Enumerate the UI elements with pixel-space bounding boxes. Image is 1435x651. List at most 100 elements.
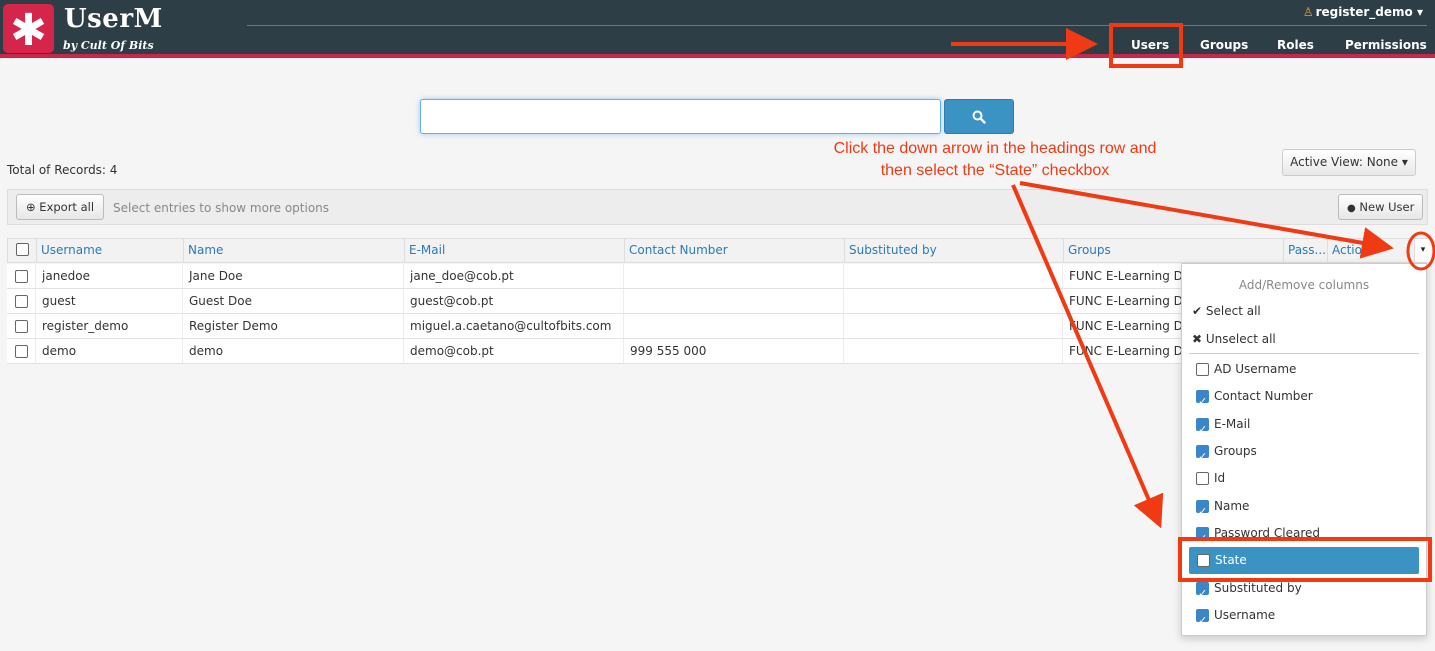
table-row[interactable]: demo demo demo@cob.pt 999 555 000 FUNC E… bbox=[7, 339, 1187, 364]
cell-name: demo bbox=[183, 339, 404, 363]
row-checkbox-cell[interactable] bbox=[7, 264, 36, 288]
search-input[interactable] bbox=[420, 99, 941, 134]
cell-email: miguel.a.caetano@cultofbits.com bbox=[404, 314, 624, 338]
nav-tab-users[interactable]: Users bbox=[1131, 38, 1169, 52]
column-option-label: Password Cleared bbox=[1214, 526, 1320, 540]
row-checkbox[interactable] bbox=[15, 295, 28, 308]
column-header-contact-number[interactable]: Contact Number bbox=[625, 239, 845, 262]
column-header-substituted-by[interactable]: Substituted by bbox=[845, 239, 1064, 262]
cell-groups: FUNC E-Learning DEM bbox=[1063, 339, 1187, 363]
nav-tab-roles[interactable]: Roles bbox=[1277, 38, 1314, 52]
export-icon: ⊕ bbox=[26, 200, 36, 214]
cell-email: guest@cob.pt bbox=[404, 289, 624, 313]
new-user-button[interactable]: ● New User bbox=[1338, 194, 1424, 220]
table-row[interactable]: register_demo Register Demo miguel.a.cae… bbox=[7, 314, 1187, 339]
select-all-checkbox[interactable] bbox=[16, 243, 29, 256]
cell-substituted bbox=[844, 339, 1063, 363]
column-option-label: Contact Number bbox=[1214, 389, 1313, 403]
chevron-down-icon: ▾ bbox=[1401, 155, 1408, 169]
select-all-columns[interactable]: ✔ Select all bbox=[1182, 298, 1426, 325]
user-icon: ● bbox=[1347, 203, 1356, 214]
logo-asterisk-icon[interactable]: ✱ bbox=[3, 4, 54, 56]
column-option-groups[interactable]: Groups bbox=[1182, 438, 1426, 470]
search-button[interactable] bbox=[944, 99, 1014, 134]
unselect-all-columns[interactable]: ✖ Unselect all bbox=[1182, 326, 1426, 353]
column-option-password-cleared[interactable]: Password Cleared bbox=[1182, 520, 1426, 552]
table-row[interactable]: guest Guest Doe guest@cob.pt FUNC E-Lear… bbox=[7, 289, 1187, 314]
column-option-label: State bbox=[1215, 553, 1247, 567]
user-menu[interactable]: ♙ register_demo ▾ bbox=[1303, 5, 1423, 19]
column-header-username[interactable]: Username bbox=[37, 239, 184, 262]
column-option-username[interactable]: Username bbox=[1182, 602, 1426, 634]
column-checkbox[interactable] bbox=[1196, 580, 1209, 607]
cross-icon: ✖ bbox=[1192, 332, 1203, 346]
export-all-button[interactable]: ⊕ Export all bbox=[16, 194, 105, 220]
caret-down-icon: ▾ bbox=[1420, 245, 1426, 255]
check-icon: ✔ bbox=[1192, 304, 1203, 318]
column-option-email[interactable]: E-Mail bbox=[1182, 411, 1426, 443]
app-subtitle: by Cult Of Bits bbox=[63, 39, 154, 52]
column-header-groups[interactable]: Groups bbox=[1064, 239, 1284, 262]
column-visibility-menu: Add/Remove columns ✔ Select all ✖ Unsele… bbox=[1181, 263, 1427, 636]
column-option-label: Name bbox=[1214, 499, 1250, 513]
cell-groups: FUNC E-Learning Doc bbox=[1063, 289, 1187, 313]
instruction-annotation: Click the down arrow in the headings row… bbox=[795, 138, 1195, 182]
cell-contact bbox=[624, 289, 844, 313]
column-option-label: AD Username bbox=[1214, 362, 1297, 376]
column-checkbox[interactable] bbox=[1196, 498, 1209, 525]
cell-username: guest bbox=[36, 289, 183, 313]
user-name: register_demo bbox=[1315, 5, 1413, 19]
select-all-label: Select all bbox=[1205, 304, 1261, 318]
row-checkbox-cell[interactable] bbox=[7, 314, 36, 338]
column-toggle-button[interactable]: ▾ bbox=[1414, 239, 1431, 262]
column-option-label: Groups bbox=[1214, 444, 1257, 458]
menu-divider bbox=[1189, 353, 1419, 354]
column-option-ad-username[interactable]: AD Username bbox=[1182, 356, 1426, 383]
nav-tab-groups[interactable]: Groups bbox=[1200, 38, 1248, 52]
column-checkbox[interactable] bbox=[1196, 416, 1209, 443]
column-checkbox[interactable] bbox=[1196, 607, 1209, 634]
row-checkbox-cell[interactable] bbox=[7, 289, 36, 313]
user-icon: ♙ bbox=[1302, 5, 1314, 19]
column-option-contact-number[interactable]: Contact Number bbox=[1182, 383, 1426, 415]
cell-groups: FUNC E-Learning DEM bbox=[1063, 314, 1187, 338]
row-checkbox-cell[interactable] bbox=[7, 339, 36, 363]
column-checkbox[interactable] bbox=[1196, 443, 1209, 470]
cell-name: Jane Doe bbox=[183, 264, 404, 288]
cell-substituted bbox=[844, 264, 1063, 288]
cell-contact bbox=[624, 314, 844, 338]
cell-groups: FUNC E-Learning Doc bbox=[1063, 264, 1187, 288]
column-header-name[interactable]: Name bbox=[184, 239, 405, 262]
select-all-checkbox-cell[interactable] bbox=[8, 239, 37, 262]
column-header-email[interactable]: E-Mail bbox=[405, 239, 625, 262]
column-checkbox[interactable] bbox=[1196, 525, 1209, 552]
column-header-actions[interactable]: Actions bbox=[1328, 239, 1414, 262]
column-option-state[interactable]: State bbox=[1189, 547, 1419, 574]
column-menu-title: Add/Remove columns bbox=[1238, 278, 1370, 292]
column-option-label: Substituted by bbox=[1214, 581, 1302, 595]
column-option-label: E-Mail bbox=[1214, 417, 1251, 431]
column-option-substituted-by[interactable]: Substituted by bbox=[1182, 575, 1426, 607]
cell-contact bbox=[624, 264, 844, 288]
column-option-name[interactable]: Name bbox=[1182, 493, 1426, 525]
cell-username: demo bbox=[36, 339, 183, 363]
unselect-all-label: Unselect all bbox=[1205, 332, 1276, 346]
column-checkbox[interactable] bbox=[1197, 554, 1210, 567]
column-header-password[interactable]: Pass... bbox=[1284, 239, 1328, 262]
app-title[interactable]: UserM bbox=[64, 4, 163, 34]
column-checkbox[interactable] bbox=[1196, 388, 1209, 415]
column-checkbox[interactable] bbox=[1196, 472, 1209, 485]
row-checkbox[interactable] bbox=[15, 270, 28, 283]
nav-tab-permissions[interactable]: Permissions bbox=[1345, 38, 1427, 52]
top-header: ✱ UserM by Cult Of Bits ♙ register_demo ▾… bbox=[0, 0, 1435, 58]
chevron-down-icon: ▾ bbox=[1416, 5, 1423, 19]
cell-substituted bbox=[844, 314, 1063, 338]
row-checkbox[interactable] bbox=[15, 320, 28, 333]
active-view-dropdown[interactable]: Active View: None ▾ bbox=[1282, 149, 1416, 176]
column-option-id[interactable]: Id bbox=[1182, 465, 1426, 492]
row-checkbox[interactable] bbox=[15, 345, 28, 358]
cell-name: Register Demo bbox=[183, 314, 404, 338]
cell-name: Guest Doe bbox=[183, 289, 404, 313]
column-checkbox[interactable] bbox=[1196, 363, 1209, 376]
table-row[interactable]: janedoe Jane Doe jane_doe@cob.pt FUNC E-… bbox=[7, 264, 1187, 289]
